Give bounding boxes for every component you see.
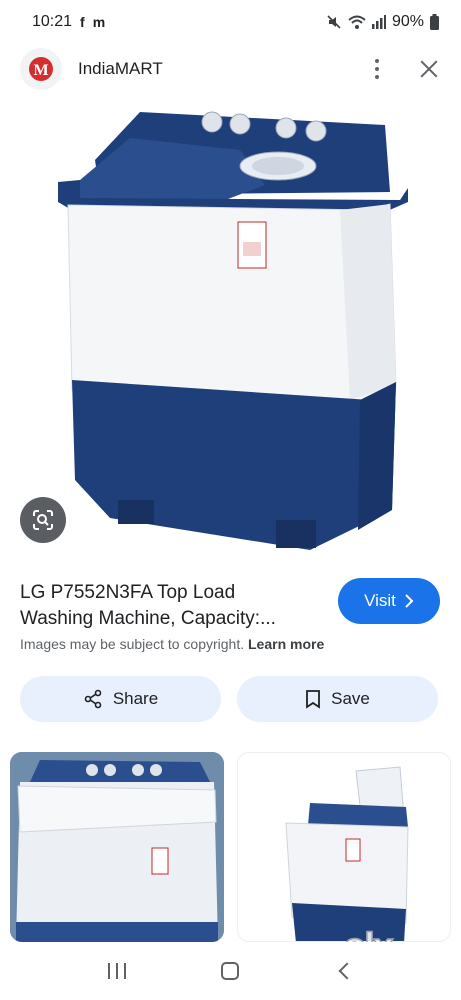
share-button[interactable]: Share xyxy=(20,676,221,722)
home-button[interactable] xyxy=(210,951,250,991)
spinner-inner xyxy=(252,157,304,175)
product-title-line-2: Washing Machine, Capacity:... xyxy=(20,608,276,629)
status-right: 90% xyxy=(326,13,439,31)
knob-1 xyxy=(201,111,223,133)
lens-icon xyxy=(33,510,53,530)
battery-percent: 90% xyxy=(391,13,424,30)
product-image[interactable] xyxy=(40,100,420,560)
copyright-notice: Images may be subject to copyright. Lear… xyxy=(20,636,324,652)
app-header: M IndiaMART xyxy=(0,44,461,94)
site-name[interactable]: IndiaMART xyxy=(78,59,163,79)
product-title[interactable]: LG P7552N3FA Top Load Washing Machine, C… xyxy=(20,580,320,632)
logo-letter: M xyxy=(33,62,48,79)
battery-icon xyxy=(430,14,439,30)
status-time: 10:21 xyxy=(32,13,73,30)
close-icon[interactable] xyxy=(417,57,441,81)
indiamart-logo-icon[interactable]: M xyxy=(20,48,62,90)
copyright-text: Images may be subject to copyright. xyxy=(20,636,245,652)
signal-icon xyxy=(371,15,386,29)
home-icon xyxy=(221,962,240,980)
status-left: 10:21 f m xyxy=(32,13,105,31)
share-label: Share xyxy=(112,689,159,708)
knob-4 xyxy=(305,120,327,142)
header-actions xyxy=(367,57,441,81)
related-image-2-drawing xyxy=(285,766,409,941)
system-nav-bar xyxy=(0,942,461,1000)
status-bar: 10:21 f m 90% xyxy=(0,0,461,44)
related-image-1[interactable] xyxy=(10,752,224,942)
share-icon xyxy=(84,689,102,709)
save-label: Save xyxy=(331,689,370,708)
learn-more-link[interactable]: Learn more xyxy=(248,636,324,652)
recent-apps-icon[interactable] xyxy=(97,951,137,991)
save-button[interactable]: Save xyxy=(237,676,438,722)
machine-foot-left xyxy=(118,500,154,524)
back-icon xyxy=(338,962,356,980)
more-options-icon[interactable] xyxy=(367,59,387,79)
facebook-notification-icon: f xyxy=(80,14,85,30)
related-image-1-drawing xyxy=(10,752,224,942)
messenger-notification-icon: m xyxy=(92,14,106,30)
product-title-line-1: LG P7552N3FA Top Load xyxy=(20,582,236,603)
back-button[interactable] xyxy=(324,951,364,991)
visit-label: Visit xyxy=(364,591,396,610)
mute-icon xyxy=(327,15,341,29)
knob-3 xyxy=(275,117,297,139)
visit-button[interactable]: Visit xyxy=(338,578,440,624)
machine-foot-right xyxy=(276,520,316,548)
google-lens-button[interactable] xyxy=(20,497,66,543)
wifi-icon xyxy=(348,15,366,29)
machine-base xyxy=(72,380,396,550)
knob-2 xyxy=(229,113,251,135)
related-image-2[interactable] xyxy=(237,752,451,942)
bookmark-icon xyxy=(306,690,321,709)
chevron-right-icon xyxy=(405,594,414,608)
